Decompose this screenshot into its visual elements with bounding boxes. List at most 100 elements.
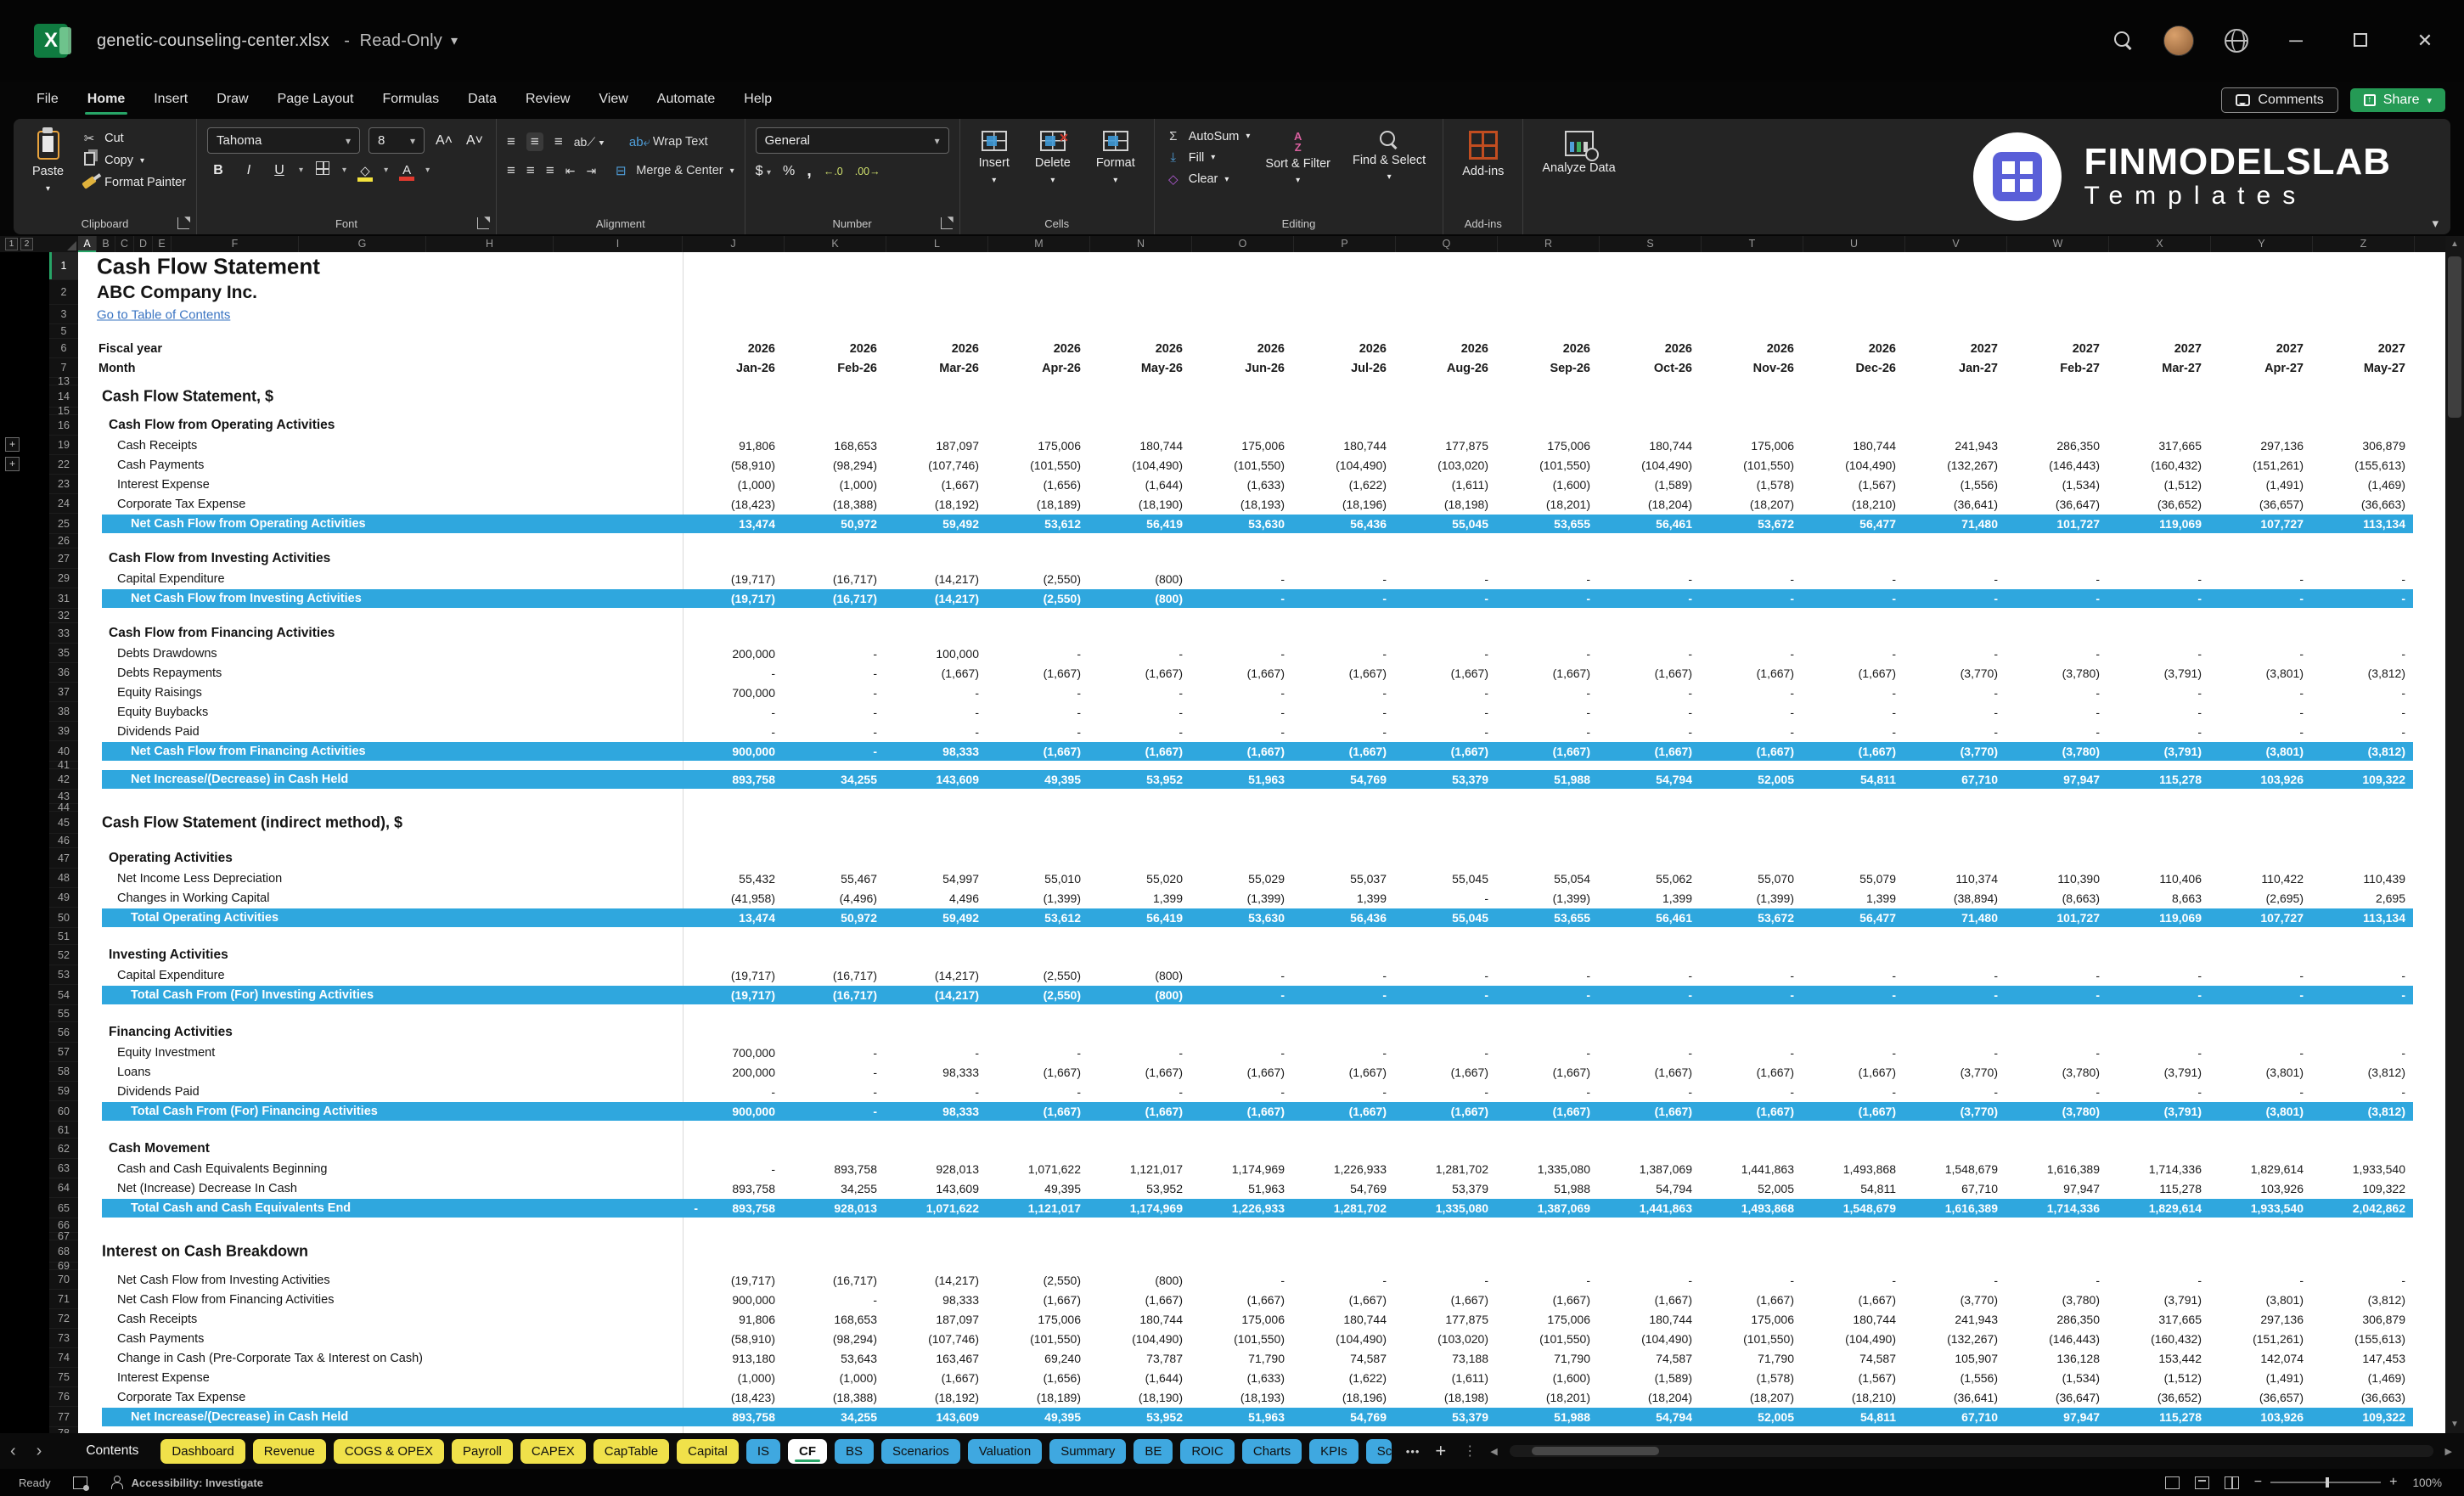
cell-value[interactable]: (1,667) — [1702, 1290, 1803, 1309]
row-cells[interactable]: Interest Expense(1,000)(1,000)(1,667)(1,… — [78, 475, 2445, 494]
cell-value[interactable]: - — [2109, 588, 2211, 609]
cell-value[interactable]: - — [1803, 965, 1905, 985]
row-cells[interactable]: Operating Activities — [78, 848, 2445, 869]
row-cells[interactable]: Net Cash Flow from Financing Activities9… — [78, 1290, 2445, 1309]
cell-value[interactable]: (1,567) — [1803, 475, 1905, 494]
menu-tab-help[interactable]: Help — [729, 85, 786, 116]
cell-value[interactable]: - — [2007, 588, 2109, 609]
column-header-J[interactable]: J — [683, 236, 785, 252]
cell-value[interactable]: 900,000 — [683, 1101, 785, 1122]
cell-value[interactable]: 2026 — [683, 339, 785, 358]
cell-value[interactable]: - — [1498, 1270, 1600, 1290]
cell-value[interactable]: (18,189) — [988, 494, 1090, 514]
cell-value[interactable]: 2026 — [1090, 339, 1192, 358]
delete-cells-button[interactable]: Delete▾ — [1027, 127, 1079, 188]
cell-value[interactable]: Jan-27 — [1905, 358, 2007, 378]
row-cells[interactable]: Cash Receipts91,806168,653187,097175,006… — [78, 1309, 2445, 1329]
merge-center-button[interactable]: ⊟Merge & Center ▾ — [612, 163, 734, 178]
cell-value[interactable]: 2026 — [1294, 339, 1396, 358]
cell-value[interactable]: (103,020) — [1396, 455, 1498, 475]
cell-value[interactable]: - — [1702, 1270, 1803, 1290]
cell-value[interactable]: - — [1702, 702, 1803, 722]
cell-value[interactable]: 55,045 — [1396, 869, 1498, 888]
cell-value[interactable]: - — [1905, 588, 2007, 609]
cell-value[interactable]: (3,812) — [2313, 663, 2415, 683]
cell-value[interactable]: - — [2109, 1082, 2211, 1101]
column-header-S[interactable]: S — [1600, 236, 1702, 252]
cell-value[interactable]: - — [2211, 644, 2313, 663]
cell-value[interactable]: 107,727 — [2211, 514, 2313, 534]
cell-value[interactable]: - — [2007, 683, 2109, 702]
cell-value[interactable]: 69,240 — [988, 1348, 1090, 1368]
tabs-scroll-right-icon[interactable]: › — [26, 1442, 53, 1461]
scroll-up-icon[interactable]: ▲ — [2445, 236, 2464, 253]
cell-value[interactable]: - — [1702, 1043, 1803, 1062]
column-header-L[interactable]: L — [886, 236, 988, 252]
column-header-R[interactable]: R — [1498, 236, 1600, 252]
accessibility-status[interactable]: Accessibility: Investigate — [132, 1476, 263, 1489]
cell-value[interactable]: - — [1702, 569, 1803, 588]
cell-value[interactable]: (104,490) — [1294, 1329, 1396, 1348]
cell-value[interactable]: (18,210) — [1803, 1387, 1905, 1407]
cell-value[interactable]: 53,379 — [1396, 1178, 1498, 1198]
cell-value[interactable]: 143,609 — [886, 769, 988, 790]
italic-button[interactable]: I — [238, 163, 260, 178]
cell-value[interactable]: (1,000) — [683, 1368, 785, 1387]
row-header-27[interactable]: 27 — [49, 548, 78, 569]
cell-value[interactable]: 53,952 — [1090, 1407, 1192, 1427]
row-cells[interactable]: Cash Payments(58,910)(98,294)(107,746)(1… — [78, 455, 2445, 475]
cell-value[interactable]: 110,374 — [1905, 869, 2007, 888]
cell-value[interactable]: - — [1905, 965, 2007, 985]
row-header-39[interactable]: 39 — [49, 722, 78, 741]
row-cells[interactable]: Equity Buybacks----------------- — [78, 702, 2445, 722]
row-cells[interactable] — [78, 1263, 2445, 1270]
cell-value[interactable]: 147,453 — [2313, 1348, 2415, 1368]
cell-value[interactable]: - — [683, 1159, 785, 1178]
cell-value[interactable]: (3,812) — [2313, 1062, 2415, 1082]
cell-value[interactable]: - — [2313, 569, 2415, 588]
cell-value[interactable]: 103,926 — [2211, 1178, 2313, 1198]
cell-value[interactable]: (1,491) — [2211, 1368, 2313, 1387]
sheet-tab-charts[interactable]: Charts — [1242, 1439, 1302, 1464]
cell-value[interactable]: 59,492 — [886, 908, 988, 928]
row-cells[interactable]: Cash Flow Statement (indirect method), $ — [78, 812, 2445, 834]
cell-value[interactable]: - — [1294, 965, 1396, 985]
cell-value[interactable]: (1,667) — [1498, 1062, 1600, 1082]
row-header-60[interactable]: 60 — [49, 1101, 78, 1122]
row-cells[interactable]: Cash Receipts91,806168,653187,097175,006… — [78, 436, 2445, 455]
cell-value[interactable]: 101,727 — [2007, 908, 2109, 928]
row-header-54[interactable]: 54 — [49, 985, 78, 1005]
cell-value[interactable]: - — [1090, 702, 1192, 722]
cell-value[interactable]: 55,054 — [1498, 869, 1600, 888]
cell-value[interactable]: (146,443) — [2007, 1329, 2109, 1348]
cell-value[interactable]: 105,907 — [1905, 1348, 2007, 1368]
cell-value[interactable]: - — [1192, 644, 1294, 663]
row-cells[interactable]: Total Operating Activities13,47450,97259… — [78, 908, 2445, 928]
cell-value[interactable]: - — [785, 683, 886, 702]
cell-value[interactable]: (1,667) — [1090, 1062, 1192, 1082]
horizontal-scrollbar[interactable] — [1510, 1445, 2433, 1457]
cell-value[interactable]: - — [1294, 985, 1396, 1005]
cell-value[interactable]: - — [2109, 644, 2211, 663]
cell-value[interactable]: (101,550) — [1192, 455, 1294, 475]
cell-value[interactable]: - — [886, 1082, 988, 1101]
cell-value[interactable]: 2026 — [1498, 339, 1600, 358]
align-top-icon[interactable]: ≡ — [507, 133, 515, 150]
cell-value[interactable]: (1,667) — [1090, 1101, 1192, 1122]
cell-value[interactable]: (1,667) — [1803, 1101, 1905, 1122]
cell-value[interactable]: (3,791) — [2109, 741, 2211, 762]
cell-value[interactable]: (1,667) — [1600, 1101, 1702, 1122]
cell-value[interactable]: - — [988, 702, 1090, 722]
cell-value[interactable]: (18,201) — [1498, 1387, 1600, 1407]
row-header-37[interactable]: 37 — [49, 683, 78, 702]
cell-value[interactable]: 91,806 — [683, 436, 785, 455]
cell-value[interactable]: (101,550) — [1702, 455, 1803, 475]
cell-value[interactable]: 1,226,933 — [1294, 1159, 1396, 1178]
clear-button[interactable]: ◇Clear ▾ — [1165, 172, 1251, 187]
row-cells[interactable]: Corporate Tax Expense(18,423)(18,388)(18… — [78, 1387, 2445, 1407]
cell-value[interactable]: 98,333 — [886, 1290, 988, 1309]
cell-value[interactable]: - — [2211, 569, 2313, 588]
cell-value[interactable]: 317,665 — [2109, 1309, 2211, 1329]
cell-value[interactable]: 115,278 — [2109, 1178, 2211, 1198]
cell-value[interactable]: 53,952 — [1090, 1178, 1192, 1198]
